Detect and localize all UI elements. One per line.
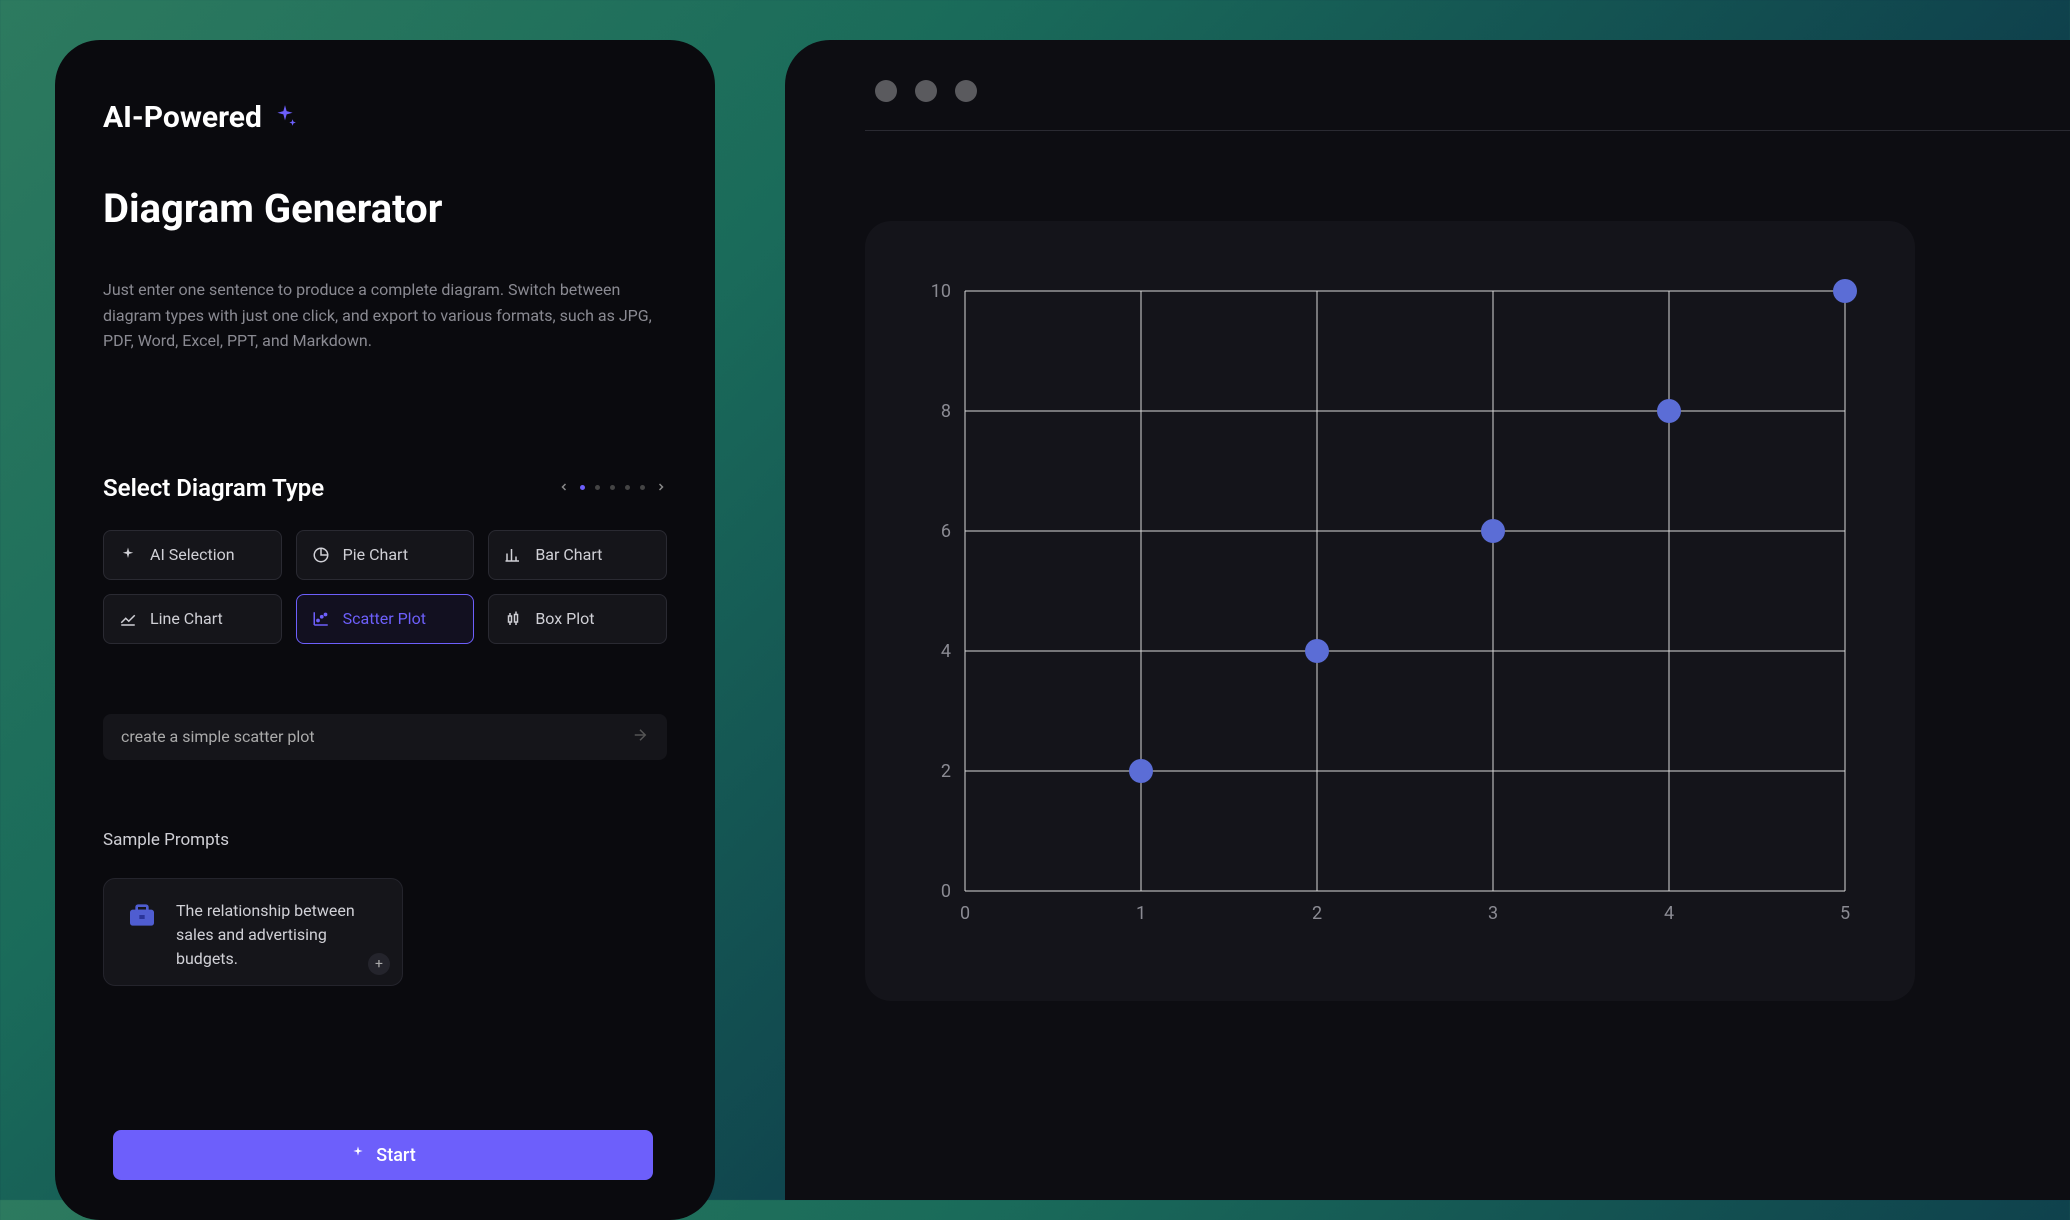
- prompt-input-wrap: [103, 714, 667, 760]
- prompt-input[interactable]: [121, 727, 631, 746]
- svg-text:4: 4: [1664, 903, 1674, 924]
- type-label: Line Chart: [150, 609, 223, 628]
- svg-text:0: 0: [941, 881, 951, 902]
- carousel-dot[interactable]: [595, 485, 600, 490]
- scatter-chart: 0 1 2 3 4 5 0 2 4 6 8 10: [905, 271, 1865, 941]
- start-button-label: Start: [376, 1145, 415, 1166]
- type-pie-chart[interactable]: Pie Chart: [296, 530, 475, 580]
- svg-text:3: 3: [1488, 903, 1498, 924]
- sample-prompt-text: The relationship between sales and adver…: [176, 899, 380, 971]
- window-controls: [865, 80, 2070, 102]
- select-title: Select Diagram Type: [103, 474, 324, 502]
- bar-chart-icon: [503, 545, 523, 565]
- chevron-right-icon[interactable]: [655, 478, 667, 497]
- svg-text:2: 2: [941, 761, 951, 782]
- carousel-dot[interactable]: [625, 485, 630, 490]
- pie-chart-icon: [311, 545, 331, 565]
- svg-text:1: 1: [1136, 903, 1146, 924]
- svg-text:6: 6: [941, 521, 951, 542]
- type-ai-selection[interactable]: AI Selection: [103, 530, 282, 580]
- carousel-dot[interactable]: [580, 485, 585, 490]
- sparkle-icon: [350, 1145, 366, 1166]
- svg-text:4: 4: [941, 641, 951, 662]
- svg-text:5: 5: [1840, 903, 1850, 924]
- carousel-nav: [558, 478, 667, 497]
- window-dot: [955, 80, 977, 102]
- brand-label: AI-Powered: [103, 100, 262, 135]
- type-label: AI Selection: [150, 545, 235, 564]
- preview-panel: 0 1 2 3 4 5 0 2 4 6 8 10: [785, 40, 2070, 1200]
- page-description: Just enter one sentence to produce a com…: [103, 277, 663, 354]
- svg-text:10: 10: [931, 281, 951, 302]
- window-dot: [915, 80, 937, 102]
- box-plot-icon: [503, 609, 523, 629]
- type-label: Box Plot: [535, 609, 594, 628]
- carousel-dot[interactable]: [640, 485, 645, 490]
- type-scatter-plot[interactable]: Scatter Plot: [296, 594, 475, 644]
- type-label: Scatter Plot: [343, 609, 426, 628]
- page-title: Diagram Generator: [103, 185, 667, 232]
- sparkle-icon: [272, 103, 298, 133]
- window-dot: [875, 80, 897, 102]
- brand-row: AI-Powered: [103, 100, 667, 135]
- start-button[interactable]: Start: [113, 1130, 653, 1180]
- select-row: Select Diagram Type: [103, 474, 667, 502]
- scatter-plot-icon: [311, 609, 331, 629]
- chart-card: 0 1 2 3 4 5 0 2 4 6 8 10: [865, 221, 1915, 1001]
- sparkle-icon: [118, 545, 138, 565]
- submit-arrow-icon[interactable]: [631, 726, 649, 748]
- diagram-type-grid: AI Selection Pie Chart Bar Chart Line Ch…: [103, 530, 667, 644]
- line-chart-icon: [118, 609, 138, 629]
- type-bar-chart[interactable]: Bar Chart: [488, 530, 667, 580]
- type-line-chart[interactable]: Line Chart: [103, 594, 282, 644]
- svg-text:8: 8: [941, 401, 951, 422]
- svg-text:2: 2: [1312, 903, 1322, 924]
- chevron-left-icon[interactable]: [558, 478, 570, 497]
- add-icon[interactable]: +: [368, 953, 390, 975]
- type-label: Bar Chart: [535, 545, 602, 564]
- divider: [865, 130, 2070, 131]
- type-box-plot[interactable]: Box Plot: [488, 594, 667, 644]
- briefcase-icon: [126, 899, 158, 931]
- generator-panel: AI-Powered Diagram Generator Just enter …: [55, 40, 715, 1220]
- svg-text:0: 0: [960, 903, 970, 924]
- carousel-dot[interactable]: [610, 485, 615, 490]
- type-label: Pie Chart: [343, 545, 408, 564]
- sample-prompt-card[interactable]: The relationship between sales and adver…: [103, 878, 403, 986]
- sample-prompts-title: Sample Prompts: [103, 830, 667, 850]
